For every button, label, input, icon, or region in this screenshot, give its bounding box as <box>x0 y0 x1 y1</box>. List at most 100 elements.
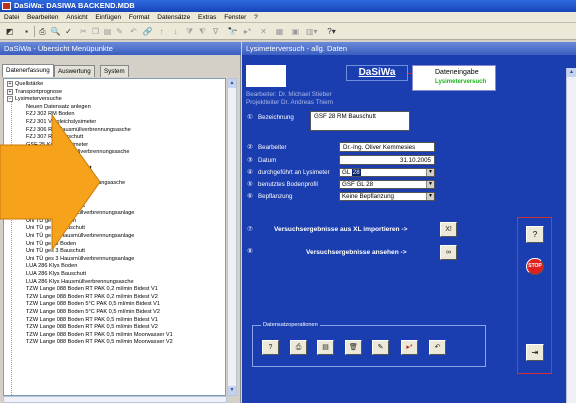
database-window-icon[interactable]: ▣ <box>290 26 301 37</box>
menu-bearbeiten[interactable]: Bearbeiten <box>24 12 61 23</box>
tree-item-label: LUA 286 Klys Boden <box>26 263 78 270</box>
new-record-button[interactable]: ▸* <box>401 340 418 355</box>
menu-fenster[interactable]: Fenster <box>221 12 249 23</box>
tree-vertical-scrollbar[interactable]: ▲ ▼ <box>227 78 237 396</box>
menu-format[interactable]: Format <box>126 12 153 23</box>
menu-help[interactable]: ? <box>251 12 261 23</box>
spellcheck-icon[interactable]: ✓ <box>63 26 74 37</box>
tree-item[interactable]: Uni TÜ ges 3 Hausmüllverbrennungsanlage <box>26 256 134 264</box>
bezeichnung-input[interactable]: GSF 28 RM Bauschutt <box>310 111 410 131</box>
side-controls-group: ? STOP ⇥ <box>517 217 552 374</box>
form-vertical-scrollbar[interactable]: ▲ ▼ <box>566 68 576 403</box>
scroll-down-icon[interactable]: ▼ <box>228 386 236 395</box>
tree-item-label: TZW Lange 088 Boden RT PAK 0,5 ml/min Mo… <box>26 331 173 338</box>
bodenprofil-select[interactable]: GSF GL 28 ▼ <box>339 180 435 189</box>
exit-button[interactable]: ⇥ <box>526 344 544 361</box>
filter-form-icon[interactable]: ⧨ <box>197 26 208 37</box>
tree-horizontal-scrollbar[interactable] <box>3 396 227 403</box>
lysimeter-select[interactable]: GL 28 ▼ <box>339 168 435 177</box>
expand-icon[interactable]: + <box>7 81 13 87</box>
tree-item[interactable]: TZW Lange 088 Boden RT PAK 0,2 ml/min Bi… <box>26 294 158 302</box>
tree-item[interactable]: + Quellstärke <box>7 81 43 89</box>
tab-datenerfassung[interactable]: Datenerfassung <box>2 64 54 77</box>
sort-ascending-icon[interactable]: ↑ <box>156 26 167 37</box>
menu-extras[interactable]: Extras <box>195 12 219 23</box>
apply-filter-icon[interactable]: ∇ <box>210 26 221 37</box>
tree-item[interactable]: TZW Lange 088 Boden RT PAK 0,5 ml/min Bi… <box>26 324 158 332</box>
side-help-button[interactable]: ? <box>526 226 544 243</box>
delete-record-button[interactable]: 🗑 <box>345 340 362 355</box>
stop-button[interactable]: STOP <box>526 258 544 275</box>
tree-item[interactable]: TZW Lange 088 Boden 5°C PAK 0,5 ml/min B… <box>26 309 160 317</box>
bearbeiter-input[interactable]: Dr.-Ing. Oliver Kemmesies <box>339 142 435 152</box>
expand-icon[interactable]: + <box>7 88 13 95</box>
tree-item[interactable]: − Lysimeterversuche <box>7 96 62 104</box>
tree-item[interactable]: TZW Lange 088 Boden RT PAK 0,2 ml/min Bi… <box>26 286 158 294</box>
lysimeter-label: durchgeführt an Lysimeter <box>258 169 330 176</box>
bearbeiter-meta: Bearbeiter: Dr. Michael Stieber <box>246 91 332 98</box>
print-record-button[interactable]: ⎙ <box>290 340 307 355</box>
import-excel-button[interactable]: X! <box>440 222 457 237</box>
window-title: DaSiWa: DASIWA BACKEND.MDB <box>14 1 135 10</box>
tab-auswertung[interactable]: Auswertung <box>54 65 95 77</box>
collapse-icon[interactable]: − <box>7 96 13 103</box>
new-record-icon[interactable]: ▸* <box>242 26 253 37</box>
tree-item[interactable]: + Transportprognose <box>7 88 62 97</box>
datum-label: Datum <box>258 157 277 164</box>
tree-item[interactable]: TZW Lange 088 Boden 5°C PAK 0,5 ml/min B… <box>26 301 160 309</box>
copy-record-button[interactable]: ✎ <box>372 340 389 355</box>
tree-item[interactable]: TZW Lange 088 Boden RT PAK 0,5 ml/min Mo… <box>26 339 173 347</box>
view-results-button[interactable]: ∞ <box>440 245 457 260</box>
print-icon[interactable]: ⎙ <box>37 26 48 37</box>
tree-item[interactable]: Neuen Datensatz anlegen <box>26 104 91 112</box>
field-number-6: ⑥ <box>247 193 253 200</box>
bepflanzung-select[interactable]: Keine Bepflanzung ▼ <box>339 192 435 201</box>
undo-icon[interactable]: ↶ <box>128 26 139 37</box>
field-number-2: ② <box>247 144 253 151</box>
format-painter-icon[interactable]: ✎ <box>114 26 125 37</box>
menu-ansicht[interactable]: Ansicht <box>63 12 90 23</box>
tree-item[interactable]: LUA 286 Klys Hausmüllverbrennungsasche <box>26 279 134 287</box>
menu-einfuegen[interactable]: Einfügen <box>92 12 124 23</box>
projektleiter-meta: Projektleiter Dr. Andreas Thiem <box>246 99 334 106</box>
tree-item[interactable]: LUA 286 Klys Bauschutt <box>26 271 86 279</box>
new-record-icon: ▸* <box>406 344 413 351</box>
tab-system[interactable]: System <box>100 65 129 77</box>
report-preview-icon: ▤ <box>322 344 329 351</box>
print-preview-icon[interactable]: 🔍 <box>50 26 61 37</box>
new-object-icon[interactable]: ▥▾ <box>306 26 318 37</box>
chevron-down-icon[interactable]: ▼ <box>426 169 434 176</box>
save-icon[interactable]: ▪ <box>21 26 32 37</box>
help-icon[interactable]: ?▾ <box>326 26 337 37</box>
scroll-up-icon[interactable]: ▲ <box>567 68 576 77</box>
help-button[interactable]: ? <box>262 340 279 355</box>
find-icon[interactable]: 🔭 <box>227 26 238 37</box>
paste-icon[interactable]: ▤ <box>102 26 113 37</box>
scroll-up-icon[interactable]: ▲ <box>228 79 236 88</box>
sort-descending-icon[interactable]: ↓ <box>170 26 181 37</box>
delete-record-icon[interactable]: ✕ <box>258 26 269 37</box>
cut-icon[interactable]: ✂ <box>78 26 89 37</box>
chevron-down-icon[interactable]: ▼ <box>426 181 434 188</box>
excel-import-icon: X! <box>445 226 452 233</box>
bodenprofil-value: GSF GL 28 <box>342 181 374 188</box>
chevron-down-icon[interactable]: ▼ <box>426 193 434 200</box>
filter-selection-icon[interactable]: ⧩ <box>184 26 195 37</box>
preview-record-button[interactable]: ▤ <box>317 340 334 355</box>
menu-datensaetze[interactable]: Datensätze <box>154 12 193 23</box>
tree-item[interactable]: LUA 286 Klys Boden <box>26 263 77 271</box>
tree-item[interactable]: TZW Lange 088 Boden RT PAK 0,5 ml/min Mo… <box>26 332 173 340</box>
tree-item[interactable]: TZW Lange 088 Boden RT PAK 0,5 ml/min Bi… <box>26 317 158 325</box>
copy-icon[interactable]: ❐ <box>90 26 101 37</box>
datum-input[interactable]: 31.10.2005 <box>339 155 435 165</box>
menu-datei[interactable]: Datei <box>0 12 22 23</box>
undo-record-button[interactable]: ↶ <box>429 340 446 355</box>
hyperlink-icon[interactable]: 🔗 <box>142 26 153 37</box>
exit-door-icon: ⇥ <box>531 348 539 357</box>
form-logo-placeholder <box>246 65 286 87</box>
properties-icon[interactable]: ▦ <box>274 26 285 37</box>
field-number-1: ① <box>247 114 253 121</box>
design-view-icon[interactable]: ◩ <box>4 26 15 37</box>
tree-item-label: TZW Lange 088 Boden RT PAK 0,5 ml/min Bi… <box>26 316 158 323</box>
undo-icon: ↶ <box>434 344 441 351</box>
